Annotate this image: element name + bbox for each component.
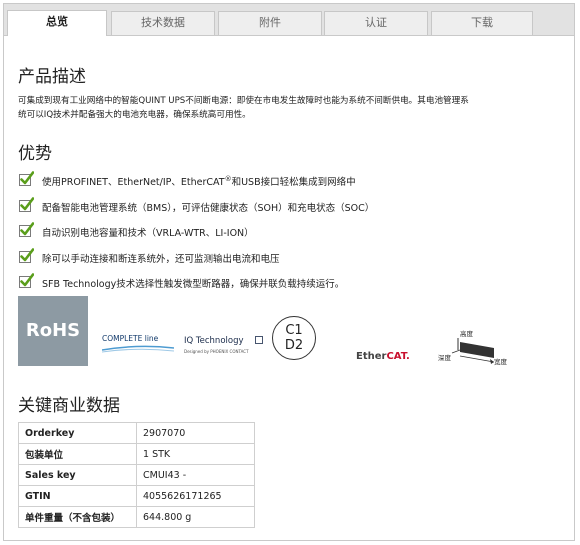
commercial-data-table: Orderkey 2907070 包装单位 1 STK Sales key CM… xyxy=(18,422,255,528)
table-row: Sales key CMUI43 - xyxy=(18,464,255,486)
table-row: 包装单位 1 STK xyxy=(18,443,255,465)
table-cell-value: 2907070 xyxy=(136,422,255,444)
product-description-text: 可集成到现有工业网络中的智能QUINT UPS不间断电源：即使在市电发生故障时也… xyxy=(18,94,566,122)
tab-overview[interactable]: 总览 xyxy=(7,10,107,36)
table-cell-value: 644.800 g xyxy=(136,506,255,528)
description-line-1: 可集成到现有工业网络中的智能QUINT UPS不间断电源：即使在市电发生故障时也… xyxy=(18,96,469,106)
benefit-text: SFB Technology技术选择性触发微型断路器，确保并联负载持续运行。 xyxy=(42,279,345,290)
rohs-logo: RoHS xyxy=(18,296,88,366)
benefit-item: 使用PROFINET、EtherNet/IP、EtherCAT®和USB接口轻松… xyxy=(18,171,566,197)
dimensions-icon: 高度 深度 宽度 xyxy=(438,328,516,368)
dimension-arrows-icon xyxy=(451,338,495,364)
tab-downloads[interactable]: 下载 xyxy=(431,11,533,35)
product-detail-panel: 总览 技术数据 附件 认证 下载 产品描述 可集成到现有工业网络中的智能QUIN… xyxy=(3,3,575,541)
registered-mark: ® xyxy=(224,174,232,183)
checkbox-check-icon xyxy=(19,196,34,212)
benefit-text: 自动识别电池容量和技术（VRLA-WTR、LI-ION） xyxy=(42,228,254,239)
iq-technology-text: IQ Technology xyxy=(184,336,244,346)
table-row: GTIN 4055626171265 xyxy=(18,485,255,507)
checkbox-check-icon xyxy=(19,273,34,288)
tab-approvals[interactable]: 认证 xyxy=(324,11,428,35)
benefit-item: 自动识别电池容量和技术（VRLA-WTR、LI-ION） xyxy=(18,222,566,248)
iq-technology-subtext: Designed by PHOENIX CONTACT xyxy=(184,349,249,354)
checkbox-check-icon xyxy=(19,222,34,237)
table-row: Orderkey 2907070 xyxy=(18,422,255,444)
c1d2-logo: C1 D2 xyxy=(272,316,316,360)
table-cell-key: Sales key xyxy=(18,464,137,486)
tab-bar: 总览 技术数据 附件 认证 下载 xyxy=(4,4,574,36)
c1-text: C1 xyxy=(285,323,303,338)
table-cell-value: 1 STK xyxy=(136,443,255,465)
commercial-data-heading: 关键商业数据 xyxy=(18,396,120,416)
ethercat-logo: EtherCAT. xyxy=(356,351,410,362)
tab-technical-data[interactable]: 技术数据 xyxy=(111,11,215,35)
benefit-text: 除可以手动连接和断连系统外，还可监测输出电流和电压 xyxy=(42,253,280,265)
checkbox-check-icon xyxy=(19,171,34,186)
benefit-item: 除可以手动连接和断连系统外，还可监测输出电流和电压 xyxy=(18,247,566,274)
product-description-heading: 产品描述 xyxy=(18,67,86,87)
tab-accessories[interactable]: 附件 xyxy=(218,11,322,35)
ethercat-text-ether: Ether xyxy=(356,351,387,362)
ethercat-text-cat: CAT. xyxy=(386,351,410,362)
benefit-item: 配备智能电池管理系统（BMS），可评估健康状态（SOH）和充电状态（SOC） xyxy=(18,196,566,223)
table-cell-key: 包装单位 xyxy=(18,443,137,465)
checkbox-check-icon xyxy=(19,247,34,263)
complete-line-swoosh-icon xyxy=(102,345,174,353)
certification-logos: RoHS COMPLETE line IQ Technology Designe… xyxy=(18,296,518,368)
complete-line-text: COMPLETE line xyxy=(102,334,159,343)
table-cell-key: 单件重量（不含包装） xyxy=(18,506,137,528)
benefit-text-tail: 和USB接口轻松集成到网络中 xyxy=(231,177,356,188)
d2-text: D2 xyxy=(284,338,304,353)
benefit-text: 使用PROFINET、EtherNet/IP、EtherCAT xyxy=(42,177,225,188)
table-row: 单件重量（不含包装） 644.800 g xyxy=(18,506,255,528)
benefit-text: 配备智能电池管理系统（BMS），可评估健康状态（SOH）和充电状态（SOC） xyxy=(42,202,375,214)
benefits-heading: 优势 xyxy=(18,144,52,164)
benefit-item: SFB Technology技术选择性触发微型断路器，确保并联负载持续运行。 xyxy=(18,273,566,299)
table-cell-key: Orderkey xyxy=(18,422,137,444)
table-cell-value: CMUI43 - xyxy=(136,464,255,486)
table-cell-key: GTIN xyxy=(18,485,137,507)
table-cell-value: 4055626171265 xyxy=(136,485,255,507)
benefits-list: 使用PROFINET、EtherNet/IP、EtherCAT®和USB接口轻松… xyxy=(18,171,566,299)
iq-badge-icon xyxy=(255,336,263,344)
description-line-2: 统可以IQ技术并配备强大的电池充电器，确保系统高可用性。 xyxy=(18,110,251,120)
